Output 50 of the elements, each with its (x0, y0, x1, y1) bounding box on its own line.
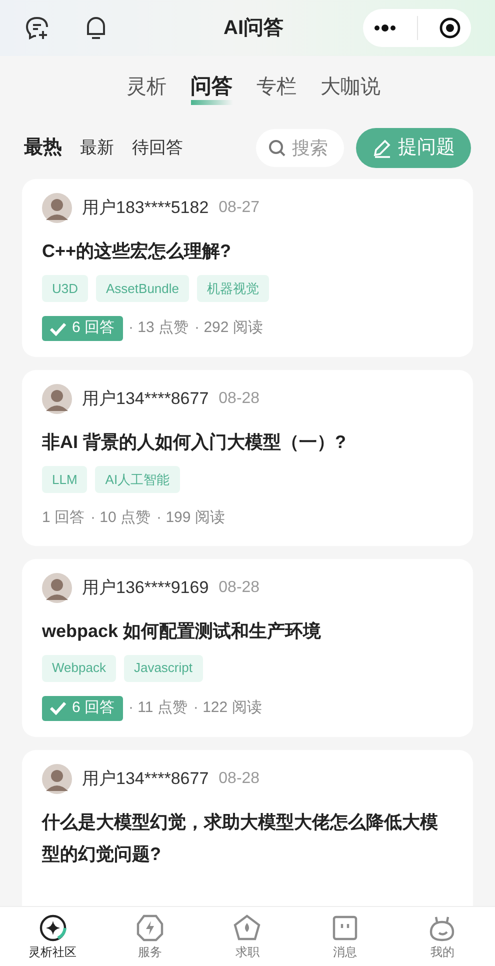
username: 用户183****5182 (82, 197, 209, 220)
search-icon (268, 139, 286, 157)
like-count: · 13 点赞 (128, 318, 189, 338)
avatar-icon (42, 572, 72, 602)
username: 用户134****8677 (82, 388, 209, 410)
nav-tab[interactable]: 求职 (207, 912, 288, 960)
read-count: · 122 阅读 (193, 698, 262, 718)
pencil-icon (372, 138, 392, 158)
question-title: webpack 如何配置测试和生产环境 (42, 620, 322, 643)
filter-tab[interactable]: 待回答 (132, 135, 183, 161)
section-tab[interactable]: 大咖说 (320, 72, 380, 104)
username: 用户134****8677 (82, 768, 209, 790)
sparkle-icon[interactable] (38, 912, 68, 942)
section-tab[interactable]: 灵析 (126, 72, 166, 104)
like-count: · 11 点赞 (128, 698, 188, 718)
answer-count: 1 回答 (42, 508, 85, 528)
check-icon (50, 701, 66, 715)
nav-tab[interactable]: 我的 (402, 912, 482, 960)
filter-tab[interactable]: 最新 (80, 135, 114, 161)
answer-count: 6 回答 (42, 696, 123, 720)
question-title: 非AI 背景的人如何入门大模型（一）? (42, 431, 347, 454)
read-count: · 199 阅读 (156, 508, 225, 528)
avatar-icon (42, 764, 72, 794)
search-field[interactable]: 搜索 (256, 129, 344, 167)
post-date: 08-28 (218, 389, 260, 409)
post-date: 08-28 (218, 768, 260, 788)
chat-add-icon[interactable] (24, 15, 50, 41)
section-tab[interactable]: 专栏 (256, 72, 296, 104)
filter-tab[interactable]: 最热 (24, 134, 62, 162)
question-title: 什么是大模型幻觉，求助大模型大佬怎么降低大模型的幻觉问题? (42, 810, 439, 866)
avatar-icon (42, 193, 72, 223)
check-icon (50, 322, 66, 336)
post-date: 08-27 (218, 198, 260, 218)
question-title: C++的这些宏怎么理解? (42, 240, 232, 263)
close-target-icon[interactable] (438, 17, 461, 39)
bell-icon[interactable] (84, 15, 108, 41)
like-count: · 10 点赞 (90, 508, 151, 528)
more-icon[interactable] (373, 24, 398, 32)
nav-tab[interactable]: 服务 (110, 912, 190, 960)
read-count: · 292 阅读 (194, 318, 263, 338)
answer-count: 6 回答 (42, 316, 123, 341)
lightning-icon[interactable] (135, 912, 166, 942)
question-card[interactable]: 用户134****8677 08-28 什么是大模型幻觉，求助大模型大佬怎么降低大模型的幻觉问题? (22, 750, 473, 906)
pentagon-icon[interactable] (232, 912, 262, 942)
nav-tab[interactable]: 消息 (304, 912, 385, 960)
username: 用户136****9169 (82, 576, 209, 599)
avatar-icon (42, 384, 72, 414)
post-date: 08-28 (218, 578, 260, 598)
page-title: AI问答 (222, 16, 284, 41)
nav-tab[interactable]: 灵析社区 (12, 912, 93, 960)
